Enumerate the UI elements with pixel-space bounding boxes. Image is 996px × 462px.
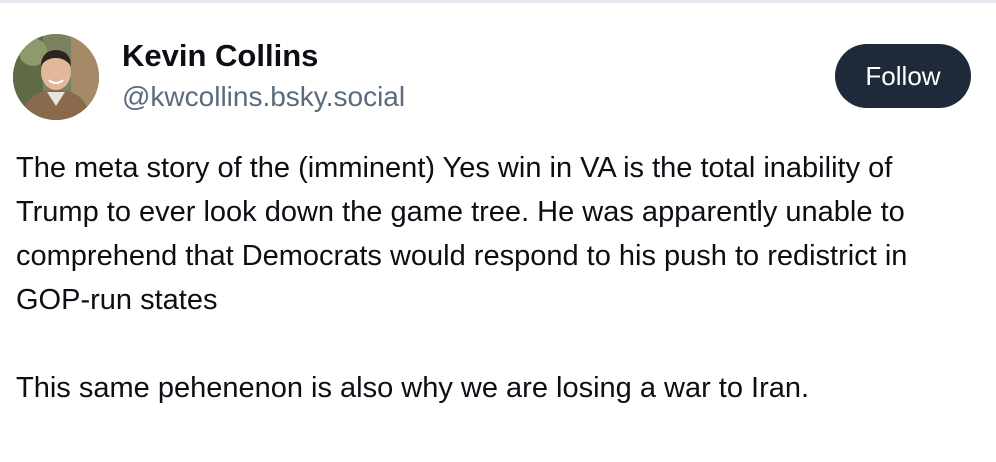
post-card: Kevin Collins @kwcollins.bsky.social Fol… (0, 0, 996, 462)
follow-button[interactable]: Follow (835, 44, 971, 108)
post-paragraph: The meta story of the (imminent) Yes win… (16, 152, 908, 316)
post-paragraph: This same pehenenon is also why we are l… (16, 372, 810, 404)
author-avatar[interactable] (13, 34, 99, 120)
profile-photo-icon (13, 34, 99, 120)
author-display-name[interactable]: Kevin Collins (122, 38, 318, 74)
top-divider (0, 0, 996, 3)
author-handle[interactable]: @kwcollins.bsky.social (122, 81, 405, 113)
post-text: The meta story of the (imminent) Yes win… (16, 146, 976, 410)
